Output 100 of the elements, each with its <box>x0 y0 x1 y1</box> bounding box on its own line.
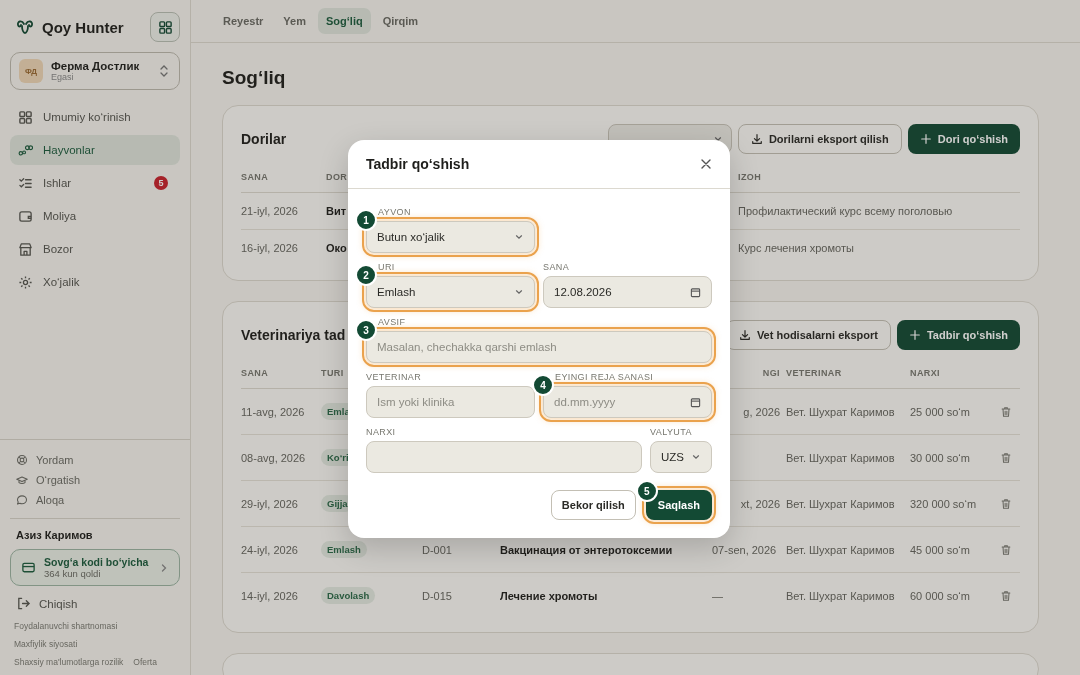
table-cell: Вет. Шухрат Каримов <box>786 543 895 556</box>
chevron-down-icon <box>691 452 701 462</box>
table-cell: 25 000 so‘m <box>910 405 970 418</box>
table-cell: 07-sen, 2026 <box>712 543 777 556</box>
column-header: NARXI <box>910 368 940 378</box>
trash-icon[interactable] <box>1000 543 1012 556</box>
step-badge: 5 <box>635 480 658 502</box>
input-field[interactable] <box>366 441 642 473</box>
chevron-right-icon <box>159 562 169 573</box>
footer-link[interactable]: Foydalanuvchi shartnomasi <box>14 621 118 631</box>
column-header: SANA <box>241 166 326 193</box>
lifebuoy-icon <box>16 454 28 466</box>
table-cell: Вет. Шухрат Каримов <box>786 497 895 510</box>
apps-button[interactable] <box>150 12 180 42</box>
footer-link[interactable]: Shaxsiy ma'lumotlarga rozilik <box>14 657 124 667</box>
nav-item[interactable]: Moliya <box>10 201 180 231</box>
field-label: VETERINAR <box>366 372 423 383</box>
trash-icon[interactable] <box>1000 589 1012 602</box>
tab[interactable]: Reyestr <box>215 8 272 34</box>
help-link[interactable]: Aloqa <box>16 494 174 506</box>
chevron-down-icon <box>514 287 524 297</box>
table-cell: Курс лечения хромоты <box>738 242 854 254</box>
date-field[interactable]: 12.08.2026 <box>543 276 712 308</box>
type-tag: Emlash <box>321 541 367 558</box>
step-badge: 2 <box>355 264 377 286</box>
close-icon[interactable] <box>700 158 712 170</box>
field-label: VALYUTA <box>650 427 693 438</box>
step-badge: 1 <box>355 209 377 231</box>
download-icon <box>738 329 751 341</box>
plus-icon <box>919 133 932 145</box>
card-title: Veterinariya tad <box>241 327 346 343</box>
column-header: VETERINAR <box>786 368 842 378</box>
add-button[interactable]: Tadbir qo‘shish <box>896 320 1020 350</box>
trash-icon[interactable] <box>1000 497 1012 510</box>
field-label: URI <box>377 262 396 273</box>
tab[interactable]: Yem <box>275 8 314 34</box>
table-cell: Вит <box>326 205 347 217</box>
farm-switcher[interactable]: ФД Ферма Достлик Egasi <box>10 52 180 90</box>
nav-item[interactable]: Hayvonlar <box>10 135 180 165</box>
store-icon <box>18 241 33 257</box>
chevron-down-icon <box>514 232 524 242</box>
table-cell: 45 000 so‘m <box>910 543 970 556</box>
help-link[interactable]: O‘rgatish <box>16 474 174 486</box>
table-cell: Вет. Шухрат Каримов <box>786 451 895 464</box>
calendar-icon <box>690 396 701 408</box>
table-cell: 14-iyl, 2026 <box>241 589 298 602</box>
footer-link[interactable]: Maxfiylik siyosati <box>14 639 78 649</box>
field-label: EYINGI REJA SANASI <box>554 372 655 383</box>
export-button[interactable]: Dorilarni eksport qilish <box>737 124 902 154</box>
table-cell: D-001 <box>422 543 452 556</box>
wallet-icon <box>18 208 33 224</box>
trash-icon[interactable] <box>1000 451 1012 464</box>
column-header: IZOH <box>738 166 1020 193</box>
table-cell: 11-avg, 2026 <box>241 405 305 418</box>
footer-link[interactable]: Oferta <box>133 657 157 667</box>
table-cell: Лечение хромоты <box>500 589 598 602</box>
grid-icon <box>157 19 173 35</box>
add-button[interactable]: Dori qo‘shish <box>907 124 1020 154</box>
trash-icon[interactable] <box>1000 405 1012 418</box>
brand-name: Qoy Hunter <box>42 18 124 36</box>
nav-item[interactable]: Xo‘jalik <box>10 267 180 297</box>
page-title: Sog‘liq <box>222 67 287 89</box>
logout-link[interactable]: Chiqish <box>10 596 180 611</box>
field-label: NARXI <box>366 427 397 438</box>
table-cell: 60 000 so‘m <box>910 589 970 602</box>
sheep-icon <box>18 142 33 158</box>
chat-icon <box>16 494 28 506</box>
cancel-button[interactable]: Bekor qilish <box>550 490 636 520</box>
table-cell: 24-iyl, 2026 <box>241 543 298 556</box>
field-label: SANA <box>543 262 571 273</box>
step-badge: 3 <box>355 319 377 341</box>
tab[interactable]: Sog‘liq <box>318 8 371 34</box>
table-cell: Профилактический курс всему поголовью <box>738 205 953 217</box>
table-cell: Око <box>326 242 347 254</box>
promo-title: Sovg‘a kodi bo‘yicha <box>44 556 150 568</box>
grid-icon <box>18 109 33 125</box>
nav-item[interactable]: Bozor <box>10 234 180 264</box>
farm-avatar: ФД <box>19 59 43 83</box>
nav-item[interactable]: Ishlar 5 <box>10 168 180 198</box>
table-cell: Вакцинация от энтеротоксемии <box>500 543 673 556</box>
help-link[interactable]: Yordam <box>16 454 174 466</box>
table-cell: 29-iyl, 2026 <box>241 497 298 510</box>
select-field[interactable]: UZS <box>650 441 712 473</box>
promo-card[interactable]: Sovg‘a kodi bo‘yicha 364 kun qoldi <box>10 549 180 586</box>
table-cell: 320 000 so‘m <box>910 497 977 510</box>
type-tag: Davolash <box>321 587 376 604</box>
table-cell: — <box>712 589 723 602</box>
table-cell: D-015 <box>422 589 452 602</box>
column-header: NGI <box>762 368 780 378</box>
step-badge: 4 <box>532 374 554 396</box>
input-field[interactable]: Ism yoki klinika <box>366 386 535 418</box>
promo-subtitle: 364 kun qoldi <box>44 568 102 579</box>
user-name: Азиз Каримов <box>15 529 94 541</box>
nav-item[interactable]: Umumiy ko‘rinish <box>10 102 180 132</box>
calendar-icon <box>690 286 701 298</box>
logout-icon <box>16 596 31 611</box>
tab[interactable]: Qirqim <box>374 8 427 34</box>
ram-logo-icon <box>16 19 34 35</box>
download-icon <box>750 133 763 145</box>
table-cell: 16-iyl, 2026 <box>241 242 298 254</box>
